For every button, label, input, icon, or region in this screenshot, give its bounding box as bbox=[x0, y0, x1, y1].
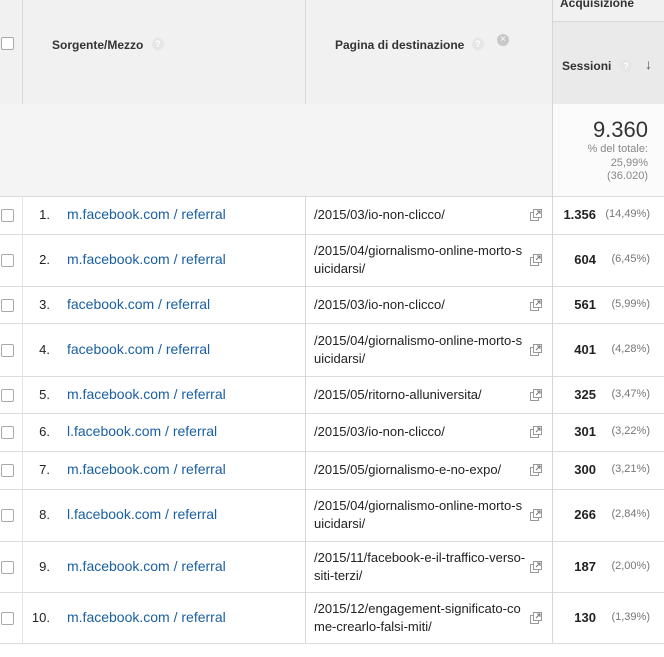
source-medium-link[interactable]: m.facebook.com / referral bbox=[67, 386, 226, 402]
sessions-value: 325 bbox=[574, 386, 596, 402]
total-absolute-value: (36.020) bbox=[607, 170, 648, 182]
sessions-percent: (3,21%) bbox=[611, 463, 650, 475]
landing-page-link[interactable]: /2015/04/giornalismo-online-morto-suicid… bbox=[314, 497, 526, 533]
row-divider bbox=[0, 451, 664, 452]
sessions-value: 561 bbox=[574, 296, 596, 312]
source-medium-link[interactable]: l.facebook.com / referral bbox=[67, 506, 217, 522]
row-index: 10. bbox=[31, 609, 50, 625]
total-percent-value: 25,99% bbox=[610, 157, 648, 169]
remove-dimension-icon[interactable]: × bbox=[497, 34, 509, 46]
sessions-percent: (6,45%) bbox=[611, 253, 650, 265]
column-header-source[interactable]: Sorgente/Mezzo bbox=[52, 38, 143, 52]
source-medium-link[interactable]: m.facebook.com / referral bbox=[67, 558, 226, 574]
sessions-percent: (2,00%) bbox=[611, 559, 650, 572]
row-divider bbox=[0, 234, 664, 235]
landing-page-link[interactable]: /2015/03/io-non-clicco/ bbox=[314, 423, 526, 441]
row-divider bbox=[0, 323, 664, 324]
landing-page-link[interactable]: /2015/04/giornalismo-online-morto-suicid… bbox=[314, 242, 526, 278]
row-divider bbox=[0, 489, 664, 490]
column-header-landing-page[interactable]: Pagina di destinazione bbox=[335, 38, 464, 52]
acquisition-group-divider bbox=[553, 21, 664, 22]
open-external-icon[interactable] bbox=[530, 253, 542, 266]
total-percent-label: % del totale: bbox=[587, 143, 648, 155]
sessions-percent: (1,39%) bbox=[611, 610, 650, 623]
sessions-value: 300 bbox=[574, 462, 596, 477]
source-medium-link[interactable]: facebook.com / referral bbox=[67, 296, 210, 312]
column-divider bbox=[22, 196, 23, 643]
open-external-icon[interactable] bbox=[530, 388, 542, 401]
sessions-percent: (3,47%) bbox=[611, 387, 650, 400]
column-divider bbox=[305, 196, 306, 643]
row-index: 9. bbox=[39, 558, 50, 574]
open-external-icon[interactable] bbox=[530, 298, 542, 311]
sessions-value: 401 bbox=[574, 341, 596, 357]
help-icon[interactable]: ? bbox=[472, 38, 484, 50]
total-sessions-value: 9.360 bbox=[592, 117, 648, 142]
row-divider bbox=[0, 376, 664, 377]
landing-page-link[interactable]: /2015/04/giornalismo-online-morto-suicid… bbox=[314, 332, 526, 368]
row-index: 6. bbox=[39, 424, 50, 439]
landing-page-link[interactable]: /2015/03/io-non-clicco/ bbox=[314, 206, 526, 224]
sessions-value: 604 bbox=[574, 252, 596, 267]
landing-page-link[interactable]: /2015/03/io-non-clicco/ bbox=[314, 296, 526, 314]
row-divider bbox=[0, 413, 664, 414]
source-medium-link[interactable]: m.facebook.com / referral bbox=[67, 206, 226, 222]
open-external-icon[interactable] bbox=[530, 508, 542, 521]
column-header-sessions[interactable]: Sessioni bbox=[562, 59, 611, 73]
sort-descending-icon[interactable]: ↓ bbox=[645, 56, 652, 72]
landing-page-link[interactable]: /2015/05/giornalismo-e-no-expo/ bbox=[314, 461, 526, 479]
sessions-value: 301 bbox=[574, 424, 596, 439]
sessions-percent: (5,99%) bbox=[611, 297, 650, 310]
open-external-icon[interactable] bbox=[530, 343, 542, 356]
row-index: 3. bbox=[39, 296, 50, 312]
sessions-value: 187 bbox=[574, 558, 596, 574]
row-divider bbox=[0, 541, 664, 542]
source-medium-link[interactable]: m.facebook.com / referral bbox=[67, 461, 226, 477]
sessions-percent: (4,28%) bbox=[611, 342, 650, 355]
source-medium-link[interactable]: m.facebook.com / referral bbox=[67, 251, 226, 267]
column-divider bbox=[305, 0, 306, 104]
open-external-icon[interactable] bbox=[530, 463, 542, 476]
sessions-percent: (2,84%) bbox=[611, 508, 650, 520]
row-index: 1. bbox=[39, 207, 50, 222]
row-index: 7. bbox=[39, 462, 50, 477]
source-medium-link[interactable]: m.facebook.com / referral bbox=[67, 609, 226, 625]
row-divider bbox=[0, 286, 664, 287]
row-divider bbox=[0, 196, 664, 197]
column-divider bbox=[552, 0, 553, 643]
select-all-checkbox[interactable] bbox=[1, 37, 14, 50]
help-icon[interactable]: ? bbox=[152, 38, 164, 50]
row-divider bbox=[0, 643, 664, 644]
landing-page-link[interactable]: /2015/05/ritorno-alluniversita/ bbox=[314, 386, 526, 404]
sessions-percent: (3,22%) bbox=[611, 425, 650, 437]
acquisition-group-label: Acquisizione bbox=[560, 0, 635, 10]
landing-page-link[interactable]: /2015/11/facebook-e-il-traffico-verso-si… bbox=[314, 549, 526, 585]
open-external-icon[interactable] bbox=[530, 611, 542, 624]
sessions-value: 266 bbox=[574, 507, 596, 522]
sessions-value: 130 bbox=[574, 609, 596, 625]
row-index: 5. bbox=[39, 386, 50, 402]
row-index: 8. bbox=[39, 507, 50, 522]
open-external-icon[interactable] bbox=[530, 560, 542, 573]
open-external-icon[interactable] bbox=[530, 208, 542, 221]
row-divider bbox=[0, 592, 664, 593]
row-index: 2. bbox=[39, 252, 50, 267]
open-external-icon[interactable] bbox=[530, 425, 542, 438]
source-medium-link[interactable]: facebook.com / referral bbox=[67, 341, 210, 357]
row-index: 4. bbox=[39, 341, 50, 357]
help-icon[interactable]: ? bbox=[620, 60, 632, 72]
column-divider bbox=[22, 0, 23, 104]
sessions-value: 1.356 bbox=[563, 207, 596, 222]
landing-page-link[interactable]: /2015/12/engagement-significato-come-cre… bbox=[314, 600, 526, 636]
source-medium-link[interactable]: l.facebook.com / referral bbox=[67, 423, 217, 439]
sessions-percent: (14,49%) bbox=[605, 208, 650, 220]
